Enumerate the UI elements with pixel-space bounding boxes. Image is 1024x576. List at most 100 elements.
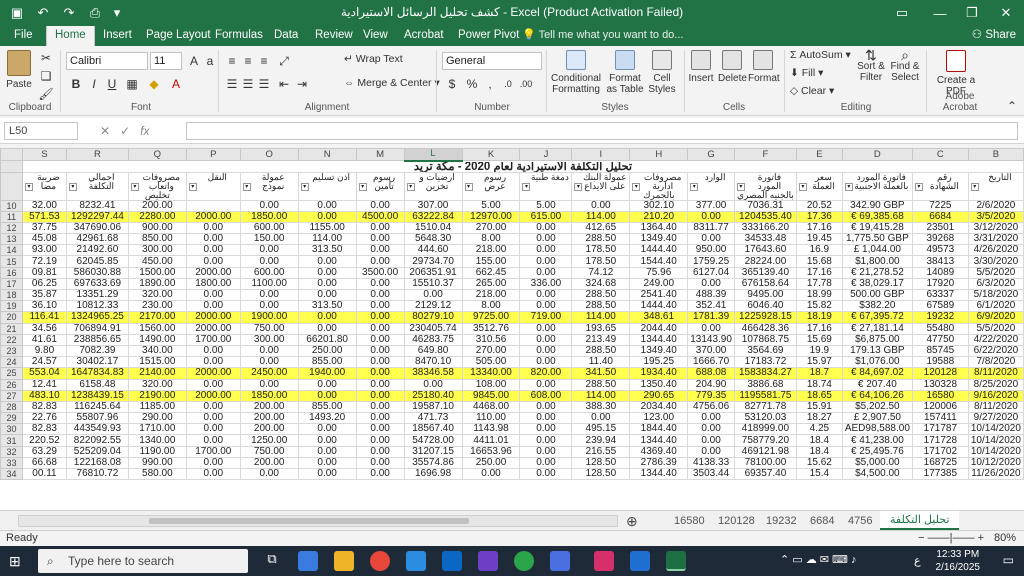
table-cell[interactable]: 302.10: [629, 199, 689, 212]
table-cell[interactable]: 6/22/2020: [967, 344, 1024, 358]
row-number[interactable]: 21: [0, 322, 23, 335]
clock[interactable]: 12:33 PM 2/16/2025: [936, 548, 981, 574]
table-cell[interactable]: 900.00: [127, 221, 187, 235]
table-cell[interactable]: 14089: [911, 266, 969, 279]
table-cell[interactable]: 55480: [911, 322, 969, 335]
table-cell[interactable]: 0.00: [297, 266, 357, 279]
table-cell[interactable]: 1850.00: [239, 389, 299, 402]
table-cell[interactable]: 1349.40: [629, 233, 689, 246]
table-cell[interactable]: 18.7: [795, 367, 843, 380]
table-cell[interactable]: 15.62: [795, 456, 843, 470]
table-cell[interactable]: 370.00: [687, 344, 735, 358]
row-header[interactable]: [0, 171, 23, 201]
table-cell[interactable]: 525209.04: [65, 445, 129, 458]
table-cell[interactable]: 0.00: [239, 255, 299, 268]
cut-icon[interactable]: ✂: [38, 50, 54, 66]
table-cell[interactable]: 206351.91: [403, 266, 463, 279]
table-cell[interactable]: 17.16: [795, 221, 843, 235]
table-cell[interactable]: 1890.00: [127, 277, 187, 291]
table-cell[interactable]: 1349.40: [629, 344, 689, 358]
table-cell[interactable]: 571.53: [21, 210, 67, 223]
table-cell[interactable]: 9/27/2020: [967, 412, 1024, 425]
table-cell[interactable]: 0.00: [297, 389, 357, 402]
tab-formulas[interactable]: Formulas: [207, 26, 271, 46]
table-cell[interactable]: 18.65: [795, 389, 843, 402]
column-header[interactable]: Q: [127, 148, 187, 161]
table-cell[interactable]: 1344.40: [629, 333, 689, 346]
select-all-corner[interactable]: [0, 148, 23, 161]
table-cell[interactable]: 0.00: [185, 412, 241, 425]
table-cell[interactable]: 0.00: [239, 344, 299, 358]
table-cell[interactable]: € 21,278.52: [841, 266, 913, 279]
table-cell[interactable]: 0.00: [355, 456, 405, 470]
notification-icon[interactable]: ▭: [1003, 553, 1014, 567]
filter-dropdown-icon[interactable]: ▾: [358, 182, 367, 191]
table-cell[interactable]: 3/12/2020: [967, 221, 1024, 235]
table-cell[interactable]: 469121.98: [733, 445, 797, 458]
table-cell[interactable]: 0.00: [297, 434, 357, 447]
table-cell[interactable]: 116245.64: [65, 400, 129, 414]
table-cell[interactable]: € 41,238.00: [841, 434, 913, 447]
table-cell[interactable]: 0.00: [687, 412, 735, 425]
table-cell[interactable]: 6158.48: [65, 378, 129, 391]
table-cell[interactable]: 1490.00: [127, 333, 187, 346]
filter-dropdown-icon[interactable]: ▾: [970, 182, 979, 191]
table-cell[interactable]: 177385: [911, 467, 969, 481]
formula-input[interactable]: [186, 122, 1018, 140]
table-cell[interactable]: 63222.84: [403, 210, 463, 223]
table-cell[interactable]: 13351.29: [65, 288, 129, 302]
table-cell[interactable]: 110.00: [461, 412, 521, 425]
add-sheet-icon[interactable]: ⊕: [626, 513, 638, 529]
font-size-combo[interactable]: 11: [150, 52, 182, 70]
number-format-combo[interactable]: General: [442, 52, 542, 70]
table-cell[interactable]: 2000.00: [185, 311, 241, 324]
table-cell[interactable]: 200.00: [239, 423, 299, 436]
table-cell[interactable]: 63.29: [21, 445, 67, 458]
underline-icon[interactable]: U: [104, 76, 120, 92]
table-cell[interactable]: 1204535.40: [733, 210, 797, 223]
table-cell[interactable]: 5.00: [519, 199, 573, 212]
table-cell[interactable]: 676158.64: [733, 277, 797, 291]
table-cell[interactable]: 2129.12: [403, 300, 463, 313]
table-cell[interactable]: 230405.74: [403, 322, 463, 335]
table-cell[interactable]: 310.56: [461, 333, 521, 346]
sheet-tab-2[interactable]: 120128: [718, 513, 755, 529]
row-number[interactable]: 11: [0, 210, 23, 223]
table-cell[interactable]: 19232: [911, 311, 969, 324]
sheet-tab-3[interactable]: 19232: [766, 513, 797, 529]
table-cell[interactable]: 1340.00: [127, 434, 187, 447]
table-cell[interactable]: 34533.48: [733, 233, 797, 246]
table-cell[interactable]: 688.08: [687, 367, 735, 380]
table-cell[interactable]: 114.00: [571, 311, 631, 324]
table-cell[interactable]: 0.00: [185, 434, 241, 447]
table-cell[interactable]: 0.00: [355, 467, 405, 481]
table-cell[interactable]: 13143.90: [687, 333, 735, 346]
table-cell[interactable]: 0.00: [519, 300, 573, 313]
table-cell[interactable]: 9845.00: [461, 389, 521, 402]
table-cell[interactable]: 0.00: [297, 456, 357, 470]
table-cell[interactable]: 1493.20: [297, 412, 357, 425]
table-cell[interactable]: 128.50: [571, 467, 631, 481]
table-cell[interactable]: $382.20: [841, 300, 913, 313]
grow-font-icon[interactable]: A: [186, 53, 202, 69]
table-cell[interactable]: 500.00 GBP: [841, 288, 913, 302]
table-cell[interactable]: 3500.00: [355, 266, 405, 279]
table-cell[interactable]: 37.75: [21, 221, 67, 235]
table-cell[interactable]: 55807.96: [65, 412, 129, 425]
table-cell[interactable]: 3/30/2020: [967, 255, 1024, 268]
table-cell[interactable]: 2/6/2020: [967, 199, 1024, 212]
table-cell[interactable]: 450.00: [127, 255, 187, 268]
column-title[interactable]: ▾ مصروفات ادارية بالجمرك: [629, 171, 689, 201]
horizontal-scrollbar[interactable]: [18, 515, 618, 527]
table-cell[interactable]: 7/8/2020: [967, 356, 1024, 369]
table-cell[interactable]: 18567.40: [403, 423, 463, 436]
column-header[interactable]: E: [795, 148, 843, 161]
table-cell[interactable]: 0.00: [355, 255, 405, 268]
filter-dropdown-icon[interactable]: ▾: [844, 182, 853, 191]
table-cell[interactable]: $1,076.00: [841, 356, 913, 369]
table-cell[interactable]: £ 2,907.50: [841, 412, 913, 425]
table-cell[interactable]: 54728.00: [403, 434, 463, 447]
column-title[interactable]: ▾ الوارد: [687, 171, 735, 201]
table-cell[interactable]: 4138.33: [687, 456, 735, 470]
table-cell[interactable]: 0.00: [355, 300, 405, 313]
